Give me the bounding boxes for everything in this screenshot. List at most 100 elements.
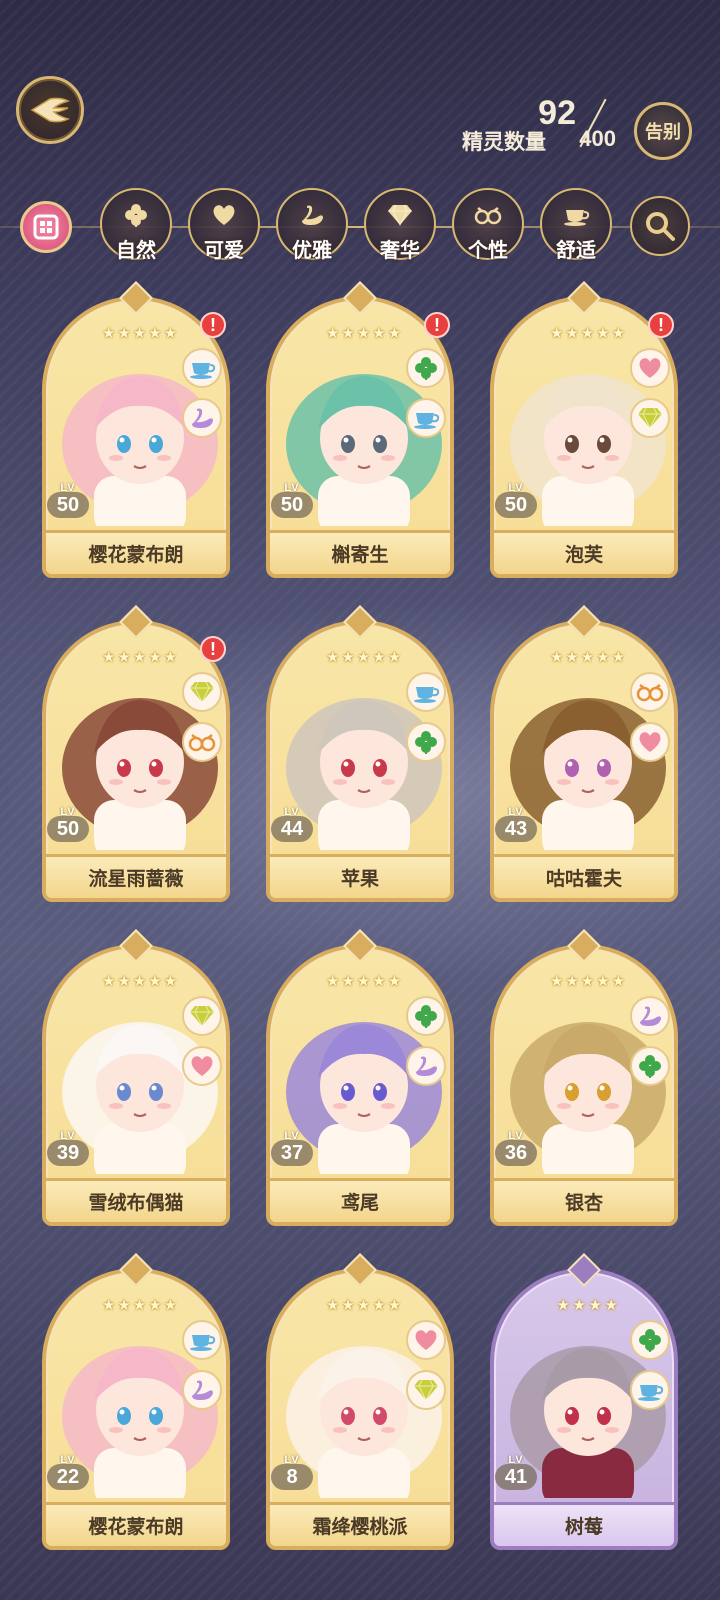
- filter-label: 自然: [116, 238, 156, 262]
- star-icon: ★: [387, 1296, 402, 1314]
- star-icon: ★: [163, 972, 178, 990]
- star-icon: ★: [387, 972, 402, 990]
- card-frame: ★ ★ ★ ★ ★ LV 50 槲寄生: [266, 296, 454, 578]
- card-frame: ★ ★ ★ ★ ★ LV 50 樱花蒙布朗: [42, 296, 230, 578]
- star-icon: ★: [356, 324, 371, 342]
- back-button[interactable]: [16, 76, 84, 144]
- star-icon: ★: [565, 324, 579, 342]
- spirit-card[interactable]: ★ ★ ★ ★ ★ LV 50 泡芙!: [490, 281, 678, 578]
- swan-trait-icon: [630, 996, 670, 1036]
- level-badge: LV 50: [46, 806, 90, 850]
- level-badge: LV 43: [494, 806, 538, 850]
- spirit-card[interactable]: ★ ★ ★ ★ ★ LV 43 咕咕霍夫: [490, 605, 678, 902]
- spirit-name: 樱花蒙布朗: [46, 530, 226, 574]
- star-rating: ★ ★ ★ ★ ★: [102, 1298, 178, 1316]
- star-icon: ★: [580, 648, 595, 666]
- level-badge: LV 8: [270, 1454, 314, 1498]
- level-number: 41: [495, 1464, 537, 1490]
- filter-label: 可爱: [204, 238, 244, 262]
- search-button[interactable]: [630, 196, 690, 256]
- star-icon: ★: [325, 324, 340, 342]
- spirit-card[interactable]: ★ ★ ★ ★ ★ LV 8 霜绛樱桃派: [266, 1253, 454, 1550]
- level-badge: LV 50: [270, 482, 314, 526]
- star-icon: ★: [101, 1296, 116, 1314]
- spirit-card[interactable]: ★ ★ ★ ★ ★ LV 39 雪绒布偶猫: [42, 929, 230, 1226]
- level-number: 43: [495, 816, 537, 842]
- star-icon: ★: [341, 648, 355, 666]
- level-badge: LV 36: [494, 1130, 538, 1174]
- card-frame: ★ ★ ★ ★ ★ LV 37 鸢尾: [266, 944, 454, 1226]
- clover-trait-icon: [406, 996, 446, 1036]
- level-number: 50: [495, 492, 537, 518]
- level-badge: LV 22: [46, 1454, 90, 1498]
- card-frame: ★ ★ ★ ★ ★ LV 43 咕咕霍夫: [490, 620, 678, 902]
- star-rating: ★ ★ ★ ★ ★: [550, 974, 626, 992]
- swan-trait-icon: [182, 398, 222, 438]
- star-icon: ★: [372, 324, 386, 342]
- level-number: 50: [47, 492, 89, 518]
- swan-trait-icon: [406, 1046, 446, 1086]
- card-frame: ★ ★ ★ ★ ★ LV 39 雪绒布偶猫: [42, 944, 230, 1226]
- star-rating: ★ ★ ★ ★ ★: [326, 974, 402, 992]
- filter-glasses[interactable]: 个性: [452, 188, 524, 268]
- gift-filter-button[interactable]: [20, 201, 72, 253]
- star-icon: ★: [163, 324, 178, 342]
- card-frame: ★ ★ ★ ★ ★ LV 8 霜绛樱桃派: [266, 1268, 454, 1550]
- star-icon: ★: [101, 324, 116, 342]
- star-icon: ★: [132, 972, 147, 990]
- spirit-card[interactable]: ★ ★ ★ ★ ★ LV 37 鸢尾: [266, 929, 454, 1226]
- filter-heart[interactable]: 可爱: [188, 188, 260, 268]
- gift-box-icon: [33, 214, 59, 240]
- filter-teacup[interactable]: 舒适: [540, 188, 612, 268]
- star-icon: ★: [132, 324, 147, 342]
- level-badge: LV 44: [270, 806, 314, 850]
- filter-clover[interactable]: 自然: [100, 188, 172, 268]
- farewell-button[interactable]: 告别: [634, 102, 692, 160]
- spirit-name: 樱花蒙布朗: [46, 1502, 226, 1546]
- level-badge: LV 50: [494, 482, 538, 526]
- filter-label: 舒适: [556, 238, 596, 262]
- star-icon: ★: [132, 1296, 147, 1314]
- alert-badge-icon: !: [424, 312, 450, 338]
- star-icon: ★: [372, 1296, 386, 1314]
- diamond-trait-icon: [406, 1370, 446, 1410]
- card-frame: ★ ★ ★ ★ ★ LV 50 流星雨蔷薇: [42, 620, 230, 902]
- glasses-trait-icon: [182, 722, 222, 762]
- spirit-count-label: 精灵数量: [462, 130, 546, 154]
- star-icon: ★: [611, 648, 626, 666]
- filter-diamond[interactable]: 奢华: [364, 188, 436, 268]
- spirit-name: 流星雨蔷薇: [46, 854, 226, 898]
- star-icon: ★: [132, 648, 147, 666]
- spirit-card[interactable]: ★ ★ ★ ★ LV 41 树莓: [490, 1253, 678, 1550]
- teacup-trait-icon: [182, 1320, 222, 1360]
- spirit-card[interactable]: ★ ★ ★ ★ ★ LV 50 槲寄生!: [266, 281, 454, 578]
- spirit-name: 鸢尾: [270, 1178, 450, 1222]
- star-icon: ★: [148, 648, 162, 666]
- spirit-card[interactable]: ★ ★ ★ ★ ★ LV 44 苹果: [266, 605, 454, 902]
- star-rating: ★ ★ ★ ★ ★: [102, 326, 178, 344]
- star-icon: ★: [117, 972, 131, 990]
- spirit-card[interactable]: ★ ★ ★ ★ ★ LV 36 银杏: [490, 929, 678, 1226]
- spirit-card[interactable]: ★ ★ ★ ★ ★ LV 50 樱花蒙布朗!: [42, 281, 230, 578]
- star-rating: ★ ★ ★ ★ ★: [326, 326, 402, 344]
- spirit-card[interactable]: ★ ★ ★ ★ ★ LV 22 樱花蒙布朗: [42, 1253, 230, 1550]
- star-icon: ★: [372, 648, 386, 666]
- filter-label: 奢华: [380, 238, 420, 262]
- heart-icon: [207, 203, 241, 231]
- star-icon: ★: [148, 1296, 162, 1314]
- wing-back-icon: [30, 97, 71, 123]
- star-icon: ★: [372, 972, 386, 990]
- star-rating: ★ ★ ★ ★ ★: [102, 650, 178, 668]
- clover-icon: [119, 202, 153, 232]
- level-number: 36: [495, 1140, 537, 1166]
- spirit-name: 霜绛樱桃派: [270, 1502, 450, 1546]
- swan-icon: [295, 202, 329, 232]
- star-icon: ★: [604, 1296, 618, 1314]
- star-icon: ★: [611, 972, 626, 990]
- spirit-name: 银杏: [494, 1178, 674, 1222]
- star-rating: ★ ★ ★ ★: [550, 1298, 626, 1316]
- spirit-card[interactable]: ★ ★ ★ ★ ★ LV 50 流星雨蔷薇!: [42, 605, 230, 902]
- filter-swan[interactable]: 优雅: [276, 188, 348, 268]
- star-rating: ★ ★ ★ ★ ★: [326, 650, 402, 668]
- heart-trait-icon: [406, 1320, 446, 1360]
